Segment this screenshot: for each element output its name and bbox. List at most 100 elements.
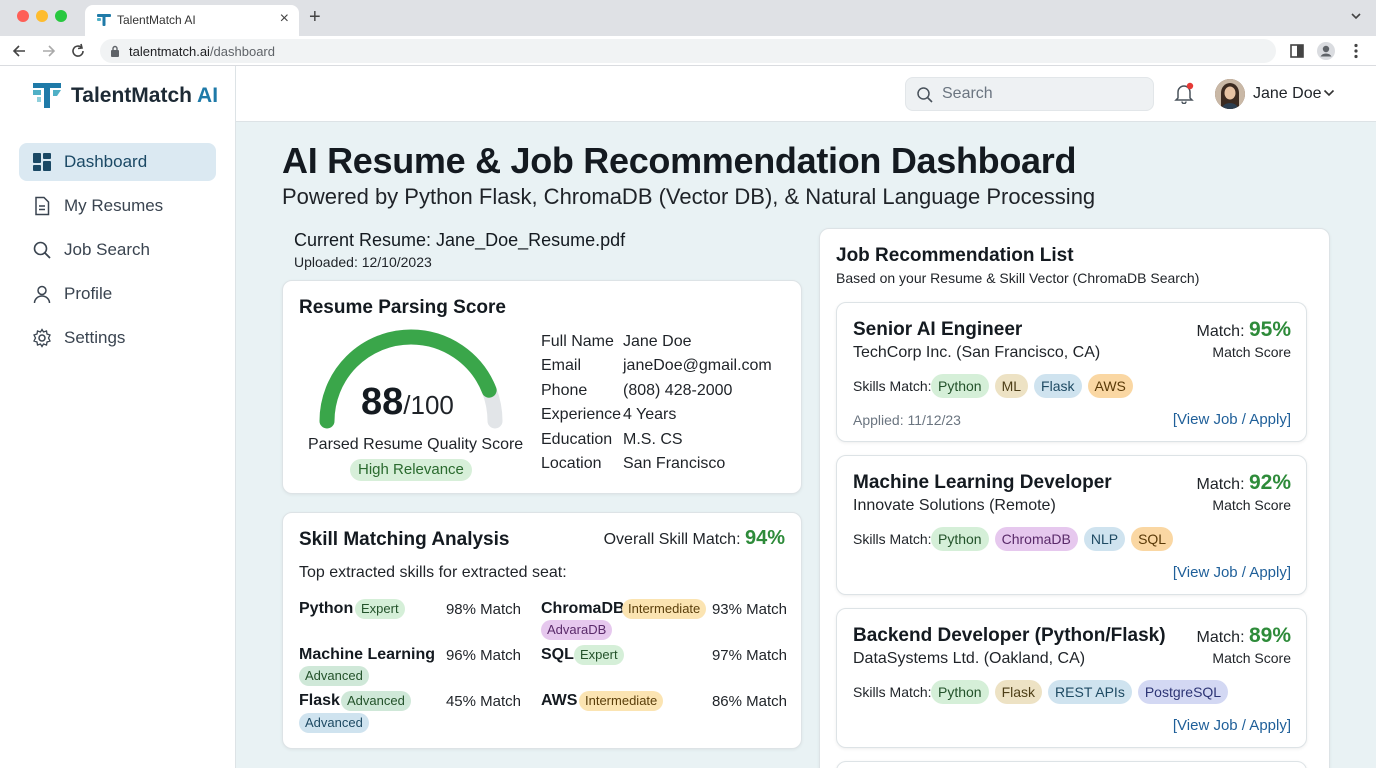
- user-avatar-image: [1215, 79, 1245, 109]
- skill-alt-badge: Advanced: [299, 713, 369, 733]
- skill-name: Python: [299, 600, 354, 617]
- job-company: DataSystems Ltd. (Oakland, CA): [853, 650, 1086, 667]
- search-icon: [917, 87, 933, 103]
- skill-name: ChromaDB: [541, 600, 625, 617]
- field-label: Experience: [541, 406, 622, 423]
- job-card[interactable]: Senior AI Engineer TechCorp Inc. (San Fr…: [836, 302, 1307, 442]
- notification-bell-icon[interactable]: [1173, 82, 1195, 104]
- document-icon: [35, 196, 50, 216]
- tab-title: TalentMatch AI: [117, 13, 196, 27]
- field-value-education: M.S. CS: [623, 431, 683, 448]
- skill-level-badge: Intermediate: [579, 691, 664, 711]
- user-name[interactable]: Jane Doe: [1253, 85, 1322, 103]
- field-label: Full Name: [541, 333, 614, 350]
- forward-arrow-icon[interactable]: [38, 41, 58, 61]
- job-card[interactable]: [836, 761, 1307, 768]
- tab-search-chevron-icon[interactable]: [1350, 10, 1362, 22]
- reload-icon[interactable]: [68, 41, 88, 61]
- relevance-badge: High Relevance: [350, 459, 472, 481]
- job-company: TechCorp Inc. (San Francisco, CA): [853, 344, 1101, 361]
- skill-badge: AWS: [1087, 374, 1133, 398]
- search-box: [905, 77, 1154, 111]
- view-job-apply-link[interactable]: [View Job / Apply]: [1173, 411, 1291, 428]
- page-subtitle: Powered by Python Flask, ChromaDB (Vecto…: [282, 184, 1096, 209]
- skills-match-label: Skills Match:: [853, 684, 932, 700]
- field-label: Phone: [541, 382, 588, 399]
- job-skill-badges: Python ChromaDB NLP SQL: [931, 527, 1174, 551]
- job-card[interactable]: Machine Learning Developer Innovate Solu…: [836, 455, 1307, 595]
- gauge-caption: Parsed Resume Quality Score: [308, 436, 524, 453]
- job-title: Machine Learning Developer: [853, 472, 1112, 493]
- avatar[interactable]: [1215, 79, 1245, 109]
- skill-level-badge: Advanced: [299, 666, 369, 686]
- skill-name: SQL: [541, 646, 574, 663]
- skill-badge: REST APIs: [1048, 680, 1132, 704]
- back-arrow-icon[interactable]: [10, 41, 30, 61]
- view-job-apply-link[interactable]: [View Job / Apply]: [1173, 564, 1291, 581]
- skill-alt-badge: AdvaraDB: [541, 620, 613, 640]
- job-recommendation-panel: Job Recommendation List Based on your Re…: [819, 228, 1330, 768]
- window-close-button[interactable]: [17, 10, 29, 22]
- skill-match-pct: 45% Match: [445, 693, 521, 710]
- job-match: Match: 89%: [1196, 624, 1292, 647]
- window-minimize-button[interactable]: [36, 10, 48, 22]
- job-skill-badges: Python ML Flask AWS: [931, 374, 1133, 398]
- job-match: Match: 92%: [1196, 471, 1292, 494]
- url-text: talentmatch.ai/dashboard: [129, 44, 275, 59]
- overall-skill-match: Overall Skill Match: 94%: [603, 527, 785, 549]
- match-score-label: Match Score: [1212, 497, 1291, 513]
- skill-badge: Flask: [994, 680, 1043, 704]
- field-value-email: janeDoe@gmail.com: [623, 357, 772, 374]
- skill-badge: Flask: [1034, 374, 1082, 398]
- tab-close-icon[interactable]: ×: [280, 10, 289, 28]
- new-tab-icon[interactable]: +: [309, 6, 321, 29]
- app-root: TalentMatch AI Dashboard My Resumes Job …: [0, 66, 1376, 768]
- skill-badge: PostgreSQL: [1137, 680, 1229, 704]
- job-card[interactable]: Backend Developer (Python/Flask) DataSys…: [836, 608, 1307, 748]
- chevron-down-icon[interactable]: [1323, 88, 1335, 98]
- browser-tab[interactable]: TalentMatch AI ×: [85, 5, 299, 36]
- job-title: Backend Developer (Python/Flask): [853, 625, 1166, 646]
- card-title: Resume Parsing Score: [299, 297, 506, 318]
- sidebar-item-label: Profile: [64, 284, 113, 303]
- address-bar[interactable]: talentmatch.ai/dashboard: [100, 39, 1276, 63]
- browser-toolbar: talentmatch.ai/dashboard: [0, 36, 1376, 66]
- applied-date: Applied: 11/12/23: [853, 412, 961, 428]
- skill-match-pct: 97% Match: [711, 647, 787, 664]
- skill-level-badge: Intermediate: [622, 599, 707, 619]
- dashboard-icon: [33, 153, 51, 171]
- search-input[interactable]: [942, 84, 1142, 104]
- window-maximize-button[interactable]: [55, 10, 67, 22]
- sidebar-item-label: My Resumes: [64, 196, 164, 215]
- profile-icon[interactable]: [1316, 41, 1336, 61]
- sidebar-item-settings[interactable]: Settings: [19, 319, 216, 357]
- skill-name: Flask: [299, 692, 340, 709]
- more-menu-icon[interactable]: [1346, 41, 1366, 61]
- sidebar-item-dashboard[interactable]: Dashboard: [19, 143, 216, 181]
- brand-name: TalentMatch AI: [71, 84, 219, 107]
- skill-match-pct: 86% Match: [711, 693, 787, 710]
- skill-badge: Python: [931, 527, 989, 551]
- view-job-apply-link[interactable]: [View Job / Apply]: [1173, 717, 1291, 734]
- skill-badge: ChromaDB: [994, 527, 1078, 551]
- skill-badge: Python: [931, 374, 989, 398]
- skill-name: AWS: [541, 692, 578, 709]
- skill-level-badge: Advanced: [341, 691, 411, 711]
- sidebar-item-my-resumes[interactable]: My Resumes: [19, 187, 216, 225]
- skill-match-pct: 93% Match: [711, 601, 787, 618]
- skill-badge: NLP: [1083, 527, 1126, 551]
- sidebar-item-job-search[interactable]: Job Search: [19, 231, 216, 269]
- sidebar-item-label: Settings: [64, 328, 126, 347]
- sidebar-item-profile[interactable]: Profile: [19, 275, 216, 313]
- job-company: Innovate Solutions (Remote): [853, 497, 1056, 514]
- sidebar: TalentMatch AI Dashboard My Resumes Job …: [0, 66, 236, 768]
- match-score-label: Match Score: [1212, 650, 1291, 666]
- skill-match-pct: 96% Match: [445, 647, 521, 664]
- skill-matching-card: Skill Matching Analysis Overall Skill Ma…: [282, 512, 802, 749]
- sidebar-toggle-icon[interactable]: [1287, 41, 1307, 61]
- skill-badge: ML: [994, 374, 1029, 398]
- field-value-experience: 4 Years: [623, 406, 677, 423]
- resume-upload-date: Uploaded: 12/10/2023: [294, 254, 432, 270]
- skill-badge: Python: [931, 680, 989, 704]
- field-value-phone: (808) 428-2000: [623, 382, 733, 399]
